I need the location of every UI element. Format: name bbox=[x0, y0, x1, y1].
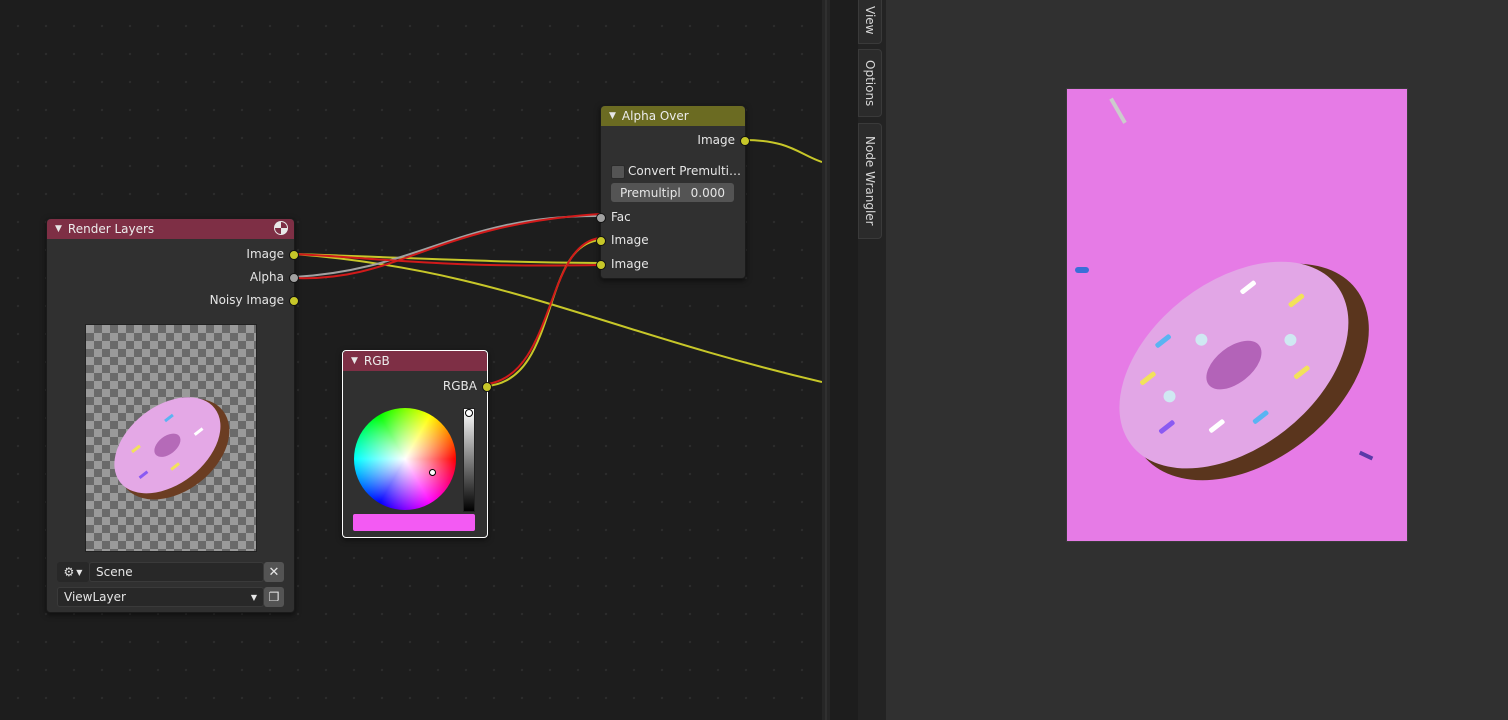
tab-view[interactable]: View bbox=[858, 0, 882, 44]
render-layer-icon bbox=[274, 221, 288, 235]
chevron-down-icon: ▼ bbox=[250, 592, 257, 602]
premultiplied-slider[interactable]: Premultipl 0.000 bbox=[611, 183, 734, 202]
sidebar-tabs: View Options Node Wrangler bbox=[830, 0, 886, 720]
view-layer-copy-button[interactable]: ❐ bbox=[264, 587, 284, 607]
chevron-down-icon[interactable]: ▼ bbox=[351, 356, 358, 366]
output-image-socket[interactable] bbox=[289, 250, 299, 260]
input-fac-label: Fac bbox=[611, 210, 631, 224]
input-image-1-label: Image bbox=[611, 233, 649, 247]
color-picker-cursor[interactable] bbox=[429, 469, 436, 476]
input-image-2-label: Image bbox=[611, 257, 649, 271]
output-noisy-image-label: Noisy Image bbox=[209, 293, 284, 307]
output-rgba-label: RGBA bbox=[442, 379, 477, 393]
node-title: RGB bbox=[363, 354, 390, 368]
render-result-image bbox=[1066, 88, 1408, 542]
chevron-down-icon[interactable]: ▼ bbox=[609, 111, 616, 121]
chevron-down-icon[interactable]: ▼ bbox=[55, 224, 62, 234]
output-image-label: Image bbox=[697, 133, 735, 147]
image-viewer[interactable] bbox=[886, 0, 1508, 720]
premultiplied-label: Premultipl bbox=[619, 185, 681, 200]
convert-premultiplied-checkbox[interactable] bbox=[611, 165, 625, 179]
render-layers-node[interactable]: ▼ Render Layers Image Alpha Noisy Image bbox=[46, 218, 299, 613]
scene-field[interactable]: Scene bbox=[89, 562, 264, 582]
render-preview-image bbox=[85, 324, 257, 552]
link-highlight-2 bbox=[293, 213, 601, 280]
copy-icon: ❐ bbox=[268, 590, 280, 604]
view-layer-value: ViewLayer bbox=[64, 590, 126, 604]
node-title: Render Layers bbox=[67, 222, 155, 236]
output-noisy-image-socket[interactable] bbox=[289, 296, 299, 306]
output-rgba-socket[interactable] bbox=[482, 382, 492, 392]
alpha-over-node[interactable]: ▼ Alpha Over Image Convert Premulti… Pre… bbox=[596, 105, 750, 279]
link-rgb-highlight bbox=[486, 237, 601, 385]
node-title: Alpha Over bbox=[621, 109, 689, 123]
value-slider[interactable] bbox=[463, 408, 475, 512]
value-slider-handle[interactable] bbox=[465, 409, 473, 417]
premultiplied-value: 0.000 bbox=[690, 185, 726, 200]
input-image-2-socket[interactable] bbox=[596, 260, 606, 270]
output-alpha-socket[interactable] bbox=[289, 273, 299, 283]
color-wheel[interactable] bbox=[354, 408, 456, 510]
link-alphaover-out bbox=[744, 139, 822, 163]
output-alpha-label: Alpha bbox=[249, 270, 284, 284]
convert-premultiplied-label: Convert Premulti… bbox=[628, 164, 742, 178]
view-layer-dropdown[interactable]: ViewLayer ▼ bbox=[57, 587, 264, 607]
render-layers-header[interactable]: ▼ Render Layers bbox=[47, 219, 294, 239]
alpha-over-header[interactable]: ▼ Alpha Over bbox=[601, 106, 745, 126]
link-alpha-fac bbox=[293, 214, 601, 278]
rgb-header[interactable]: ▼ RGB bbox=[343, 351, 487, 371]
input-fac-socket[interactable] bbox=[596, 213, 606, 223]
chevron-down-icon: ▼ bbox=[76, 567, 83, 577]
close-icon: ✕ bbox=[268, 564, 280, 580]
scene-clear-button[interactable]: ✕ bbox=[264, 562, 284, 582]
scene-icon: ⚙ bbox=[63, 565, 75, 579]
tab-options[interactable]: Options bbox=[858, 49, 882, 117]
input-image-1-socket[interactable] bbox=[596, 236, 606, 246]
scene-selector-button[interactable]: ⚙ ▼ bbox=[57, 562, 89, 582]
rgb-node[interactable]: ▼ RGB RGBA bbox=[342, 350, 492, 538]
output-image-label: Image bbox=[246, 247, 284, 261]
output-image-socket[interactable] bbox=[740, 136, 750, 146]
tab-node-wrangler[interactable]: Node Wrangler bbox=[858, 123, 882, 239]
node-editor-canvas[interactable]: ▼ Render Layers Image Alpha Noisy Image bbox=[0, 0, 822, 720]
color-swatch[interactable] bbox=[353, 514, 475, 531]
area-splitter[interactable] bbox=[822, 0, 830, 720]
